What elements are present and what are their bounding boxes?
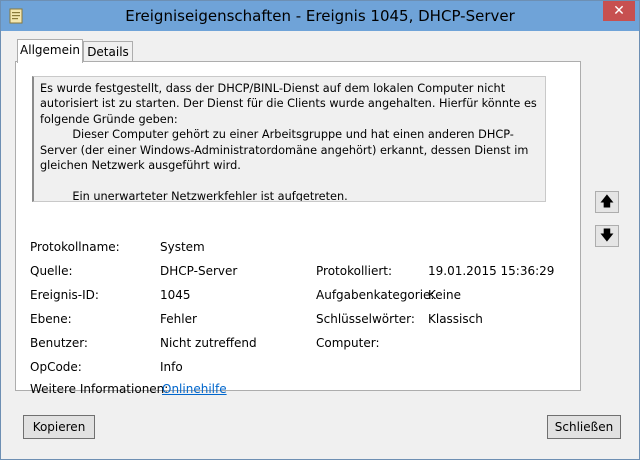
dialog-body: Allgemein Details Es wurde festgestellt,… [1, 31, 639, 459]
schluesselwoerter-value: Klassisch [428, 312, 483, 326]
event-description[interactable]: Es wurde festgestellt, dass der DHCP/BIN… [32, 76, 546, 202]
next-event-button[interactable]: 🡇 [595, 225, 619, 247]
aufgabenkategorie-label: Aufgabenkategorie: [316, 288, 435, 302]
tab-details[interactable]: Details [83, 41, 133, 62]
benutzer-label: Benutzer: [30, 336, 88, 350]
copy-button[interactable]: Kopieren [23, 415, 95, 439]
protokollname-value: System [160, 240, 205, 254]
ebene-value: Fehler [160, 312, 197, 326]
ereignis-id-label: Ereignis-ID: [30, 288, 99, 302]
event-properties-window: Ereigniseigenschaften - Ereignis 1045, D… [0, 0, 640, 460]
general-tab-panel: Es wurde festgestellt, dass der DHCP/BIN… [15, 61, 581, 396]
schluesselwoerter-label: Schlüsselwörter: [316, 312, 415, 326]
title-bar[interactable]: Ereigniseigenschaften - Ereignis 1045, D… [1, 1, 639, 31]
tab-allgemein[interactable]: Allgemein [17, 39, 83, 63]
opcode-label: OpCode: [30, 360, 82, 374]
ereignis-id-value: 1045 [160, 288, 191, 302]
weitere-informationen-label: Weitere Informationen: [30, 382, 169, 396]
arrow-up-icon: 🡅 [599, 194, 615, 210]
close-icon: ✕ [613, 3, 625, 19]
close-window-button[interactable]: ✕ [603, 1, 635, 21]
close-button[interactable]: Schließen [547, 415, 621, 439]
arrow-down-icon: 🡇 [599, 228, 615, 244]
quelle-label: Quelle: [30, 264, 73, 278]
opcode-value: Info [160, 360, 183, 374]
computer-label: Computer: [316, 336, 380, 350]
protokolliert-label: Protokolliert: [316, 264, 393, 278]
ebene-label: Ebene: [30, 312, 72, 326]
protokollname-label: Protokollname: [30, 240, 120, 254]
window-title: Ereigniseigenschaften - Ereignis 1045, D… [125, 7, 515, 25]
benutzer-value: Nicht zutreffend [160, 336, 257, 350]
onlinehilfe-link[interactable]: Onlinehilfe [162, 382, 227, 396]
protokolliert-value: 19.01.2015 15:36:29 [428, 264, 555, 278]
quelle-value: DHCP-Server [160, 264, 238, 278]
previous-event-button[interactable]: 🡅 [595, 191, 619, 213]
aufgabenkategorie-value: Keine [428, 288, 461, 302]
